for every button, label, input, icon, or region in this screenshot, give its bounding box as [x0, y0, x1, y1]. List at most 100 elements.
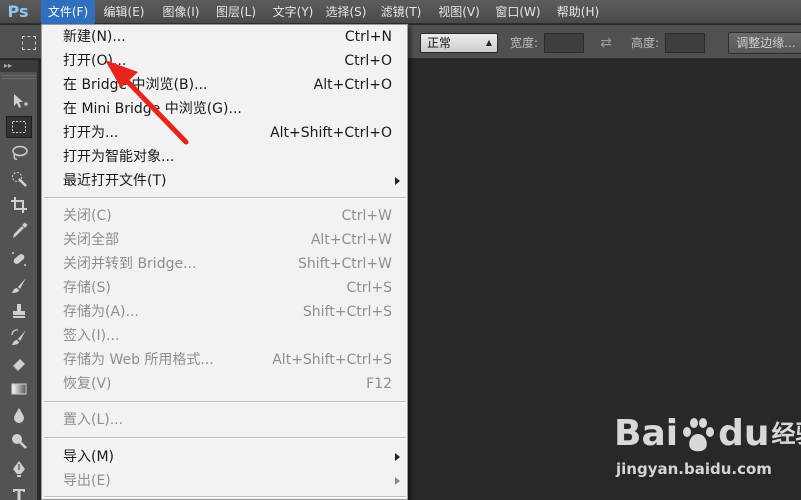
file-menu-item-12[interactable]: 存储为(A)... Shift+Ctrl+S — [42, 300, 408, 324]
menu-item-shortcut: Shift+Ctrl+W — [297, 256, 392, 272]
menu-item-label: 恢复(V) — [63, 376, 112, 392]
menu-item-label: 在 Mini Bridge 中浏览(G)... — [63, 101, 242, 117]
file-menu-item-17[interactable]: 导入(M) — [42, 445, 408, 469]
lasso-tool-icon — [12, 145, 28, 160]
height-field[interactable] — [665, 33, 705, 53]
submenu-arrow-icon — [395, 453, 400, 461]
move-tool-icon — [14, 94, 28, 108]
blur-tool[interactable] — [6, 404, 32, 426]
paw-logo-icon — [683, 418, 715, 452]
file-menu-item-15[interactable]: 恢复(V) F12 — [42, 372, 408, 396]
brush-tool-icon — [12, 278, 26, 293]
menu-separator — [44, 401, 406, 403]
menu-file[interactable]: 文件(F) — [41, 0, 95, 24]
file-menu-item-9[interactable]: 关闭全部 Alt+Ctrl+W — [42, 228, 408, 252]
dodge-tool[interactable] — [6, 430, 32, 452]
brush-tool[interactable] — [6, 274, 32, 296]
style-select[interactable]: 正常 ▲ — [420, 33, 498, 53]
menu-separator — [44, 437, 406, 439]
eyedropper-tool[interactable] — [6, 220, 32, 242]
type-tool[interactable] — [6, 484, 32, 500]
menu-edit[interactable]: 编辑(E) — [98, 0, 150, 24]
file-menu-item-1[interactable]: 新建(N)... Ctrl+N — [42, 25, 408, 49]
submenu-arrow-icon — [395, 477, 400, 485]
panel-grip[interactable] — [2, 75, 36, 79]
baidu-jingyan-watermark: Bai du经验 jingyan.baidu.com — [614, 412, 801, 498]
menu-item-shortcut: Alt+Ctrl+O — [313, 77, 392, 93]
file-menu-item-10[interactable]: 关闭并转到 Bridge... Shift+Ctrl+W — [42, 252, 408, 276]
menu-item-label: 存储为 Web 所用格式... — [63, 352, 214, 368]
gradient-tool[interactable] — [6, 378, 32, 400]
menu-item-label: 关闭并转到 Bridge... — [63, 256, 197, 272]
watermark-logo: Bai du经验 — [614, 412, 801, 456]
photoshop-logo: Ps — [7, 2, 29, 21]
menu-item-label: 最近打开文件(T) — [63, 173, 167, 189]
chevron-updown-icon: ▲ — [485, 38, 492, 47]
menu-filter[interactable]: 滤镜(T) — [377, 0, 425, 24]
menu-item-label: 关闭(C) — [63, 208, 112, 224]
marquee-preset-icon[interactable] — [22, 36, 36, 50]
menu-item-shortcut: Shift+Ctrl+S — [302, 304, 392, 320]
width-label: 宽度: — [510, 36, 539, 50]
width-field[interactable] — [544, 33, 584, 53]
pen-tool-icon — [13, 461, 25, 477]
menu-item-label: 存储(S) — [63, 280, 111, 296]
dodge-tool-icon — [12, 434, 27, 449]
file-menu-item-3[interactable]: 在 Bridge 中浏览(B)... Alt+Ctrl+O — [42, 73, 408, 97]
file-menu-item-13[interactable]: 签入(I)... — [42, 324, 408, 348]
quick-selection-tool[interactable] — [6, 168, 32, 190]
menu-item-label: 关闭全部 — [63, 232, 119, 248]
spot-healing-brush-tool[interactable] — [6, 248, 32, 270]
refine-edge-button[interactable]: 调整边缘... — [728, 32, 801, 54]
menu-layer[interactable]: 图层(L) — [210, 0, 262, 24]
quick-selection-tool-icon — [12, 172, 27, 187]
watermark-url: jingyan.baidu.com — [616, 460, 772, 478]
file-menu-item-7[interactable]: 最近打开文件(T) — [42, 169, 408, 193]
style-select-value: 正常 — [427, 36, 452, 50]
height-label: 高度: — [631, 36, 660, 50]
menu-item-shortcut: Alt+Ctrl+W — [310, 232, 392, 248]
menu-select[interactable]: 选择(S) — [322, 0, 370, 24]
eraser-tool-icon — [12, 359, 25, 372]
type-tool-icon — [13, 489, 25, 500]
file-menu-item-4[interactable]: 在 Mini Bridge 中浏览(G)... — [42, 97, 408, 121]
menu-item-label: 新建(N)... — [63, 29, 126, 45]
crop-tool[interactable] — [6, 194, 32, 216]
move-tool[interactable] — [6, 90, 32, 112]
file-menu-item-14[interactable]: 存储为 Web 所用格式... Alt+Shift+Ctrl+S — [42, 348, 408, 372]
blur-tool-icon — [14, 408, 24, 423]
history-brush-tool[interactable] — [6, 326, 32, 348]
menu-help[interactable]: 帮助(H) — [552, 0, 604, 24]
file-menu-item-18[interactable]: 导出(E) — [42, 469, 408, 493]
menu-separator — [44, 496, 406, 498]
menu-image[interactable]: 图像(I) — [155, 0, 207, 24]
rectangular-marquee-tool[interactable] — [6, 116, 32, 138]
eraser-tool[interactable] — [6, 352, 32, 374]
menu-item-shortcut: Ctrl+O — [344, 53, 392, 69]
menu-item-shortcut: Ctrl+N — [344, 29, 392, 45]
menu-view[interactable]: 视图(V) — [434, 0, 484, 24]
spot-healing-brush-tool-icon — [12, 252, 26, 266]
file-menu-item-8[interactable]: 关闭(C) Ctrl+W — [42, 204, 408, 228]
menu-type[interactable]: 文字(Y) — [265, 0, 321, 24]
clone-stamp-tool-icon — [13, 304, 25, 318]
file-menu-item-2[interactable]: 打开(O)... Ctrl+O — [42, 49, 408, 73]
menu-item-label: 打开(O)... — [63, 53, 127, 69]
menu-bar: Ps 文件(F) 编辑(E) 图像(I) 图层(L) 文字(Y) 选择(S) 滤… — [0, 0, 801, 24]
swap-width-height-icon[interactable]: ⇄ — [597, 33, 615, 53]
file-menu-item-5[interactable]: 打开为... Alt+Shift+Ctrl+O — [42, 121, 408, 145]
collapse-panel-icon[interactable]: ▸▸ — [4, 61, 12, 70]
file-menu-item-11[interactable]: 存储(S) Ctrl+S — [42, 276, 408, 300]
clone-stamp-tool[interactable] — [6, 300, 32, 322]
menu-item-label: 签入(I)... — [63, 328, 120, 344]
menu-item-label: 导出(E) — [63, 473, 111, 489]
lasso-tool[interactable] — [6, 142, 32, 164]
file-menu-item-6[interactable]: 打开为智能对象... — [42, 145, 408, 169]
menu-window[interactable]: 窗口(W) — [492, 0, 544, 24]
watermark-brand-right: du — [718, 413, 770, 454]
file-menu-item-16[interactable]: 置入(L)... — [42, 408, 408, 432]
menu-item-label: 导入(M) — [63, 449, 115, 465]
menu-item-label: 置入(L)... — [63, 412, 124, 428]
menu-item-shortcut: Ctrl+S — [346, 280, 392, 296]
pen-tool[interactable] — [6, 458, 32, 480]
